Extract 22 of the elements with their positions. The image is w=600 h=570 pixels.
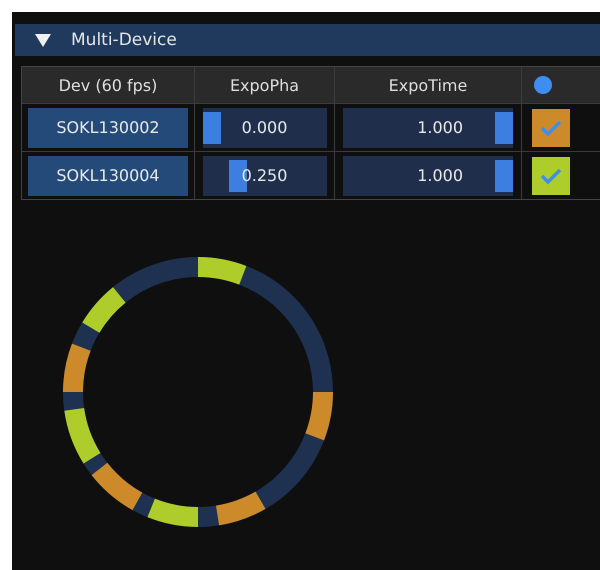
slider-thumb[interactable] [495,112,513,144]
slider-thumb[interactable] [495,160,513,192]
slider-thumb[interactable] [202,112,220,144]
color-checkbox[interactable] [532,108,570,146]
panel-header[interactable]: Multi-Device [15,24,600,56]
slider-value: 1.000 [417,166,463,185]
color-checkbox[interactable] [532,156,570,194]
slider-value: 1.000 [417,118,463,137]
device-button[interactable]: SOKL130004 [28,156,188,196]
phase-slider[interactable]: 0.000 [202,108,326,148]
check-icon [540,118,562,136]
time-slider[interactable]: 1.000 [343,156,513,196]
check-icon [540,166,562,184]
slider-value: 0.000 [242,118,288,137]
time-slider[interactable]: 1.000 [343,108,513,148]
column-header: Dev (60 fps) [22,67,195,103]
collapse-triangle-icon [35,34,51,46]
column-header: ExpoTime [335,67,522,103]
panel-title: Multi-Device [71,30,177,50]
status-dot-icon [534,76,552,94]
column-header: ExpoPha [195,67,335,103]
device-button[interactable]: SOKL130002 [28,108,188,148]
